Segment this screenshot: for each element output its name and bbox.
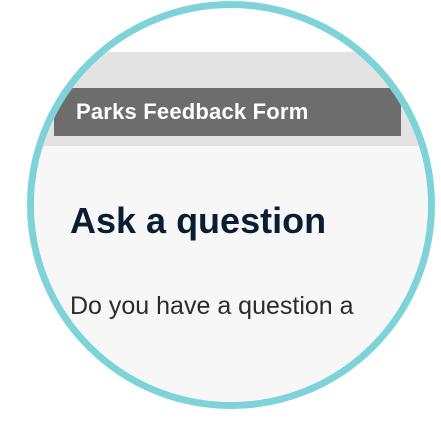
page-title: Ask a question [70,200,327,241]
intro-text: Do you have a question a [70,292,354,320]
zoomed-page: Parks Feedback Form Ask a question Do yo… [34,8,428,402]
screenshot-stage: Parks Feedback Form Ask a question Do yo… [0,0,441,421]
form-title-tab[interactable]: Parks Feedback Form [54,88,401,136]
form-title-label: Parks Feedback Form [76,99,309,124]
form-content-area [34,146,428,402]
magnifier-circle: Parks Feedback Form Ask a question Do yo… [27,1,435,409]
